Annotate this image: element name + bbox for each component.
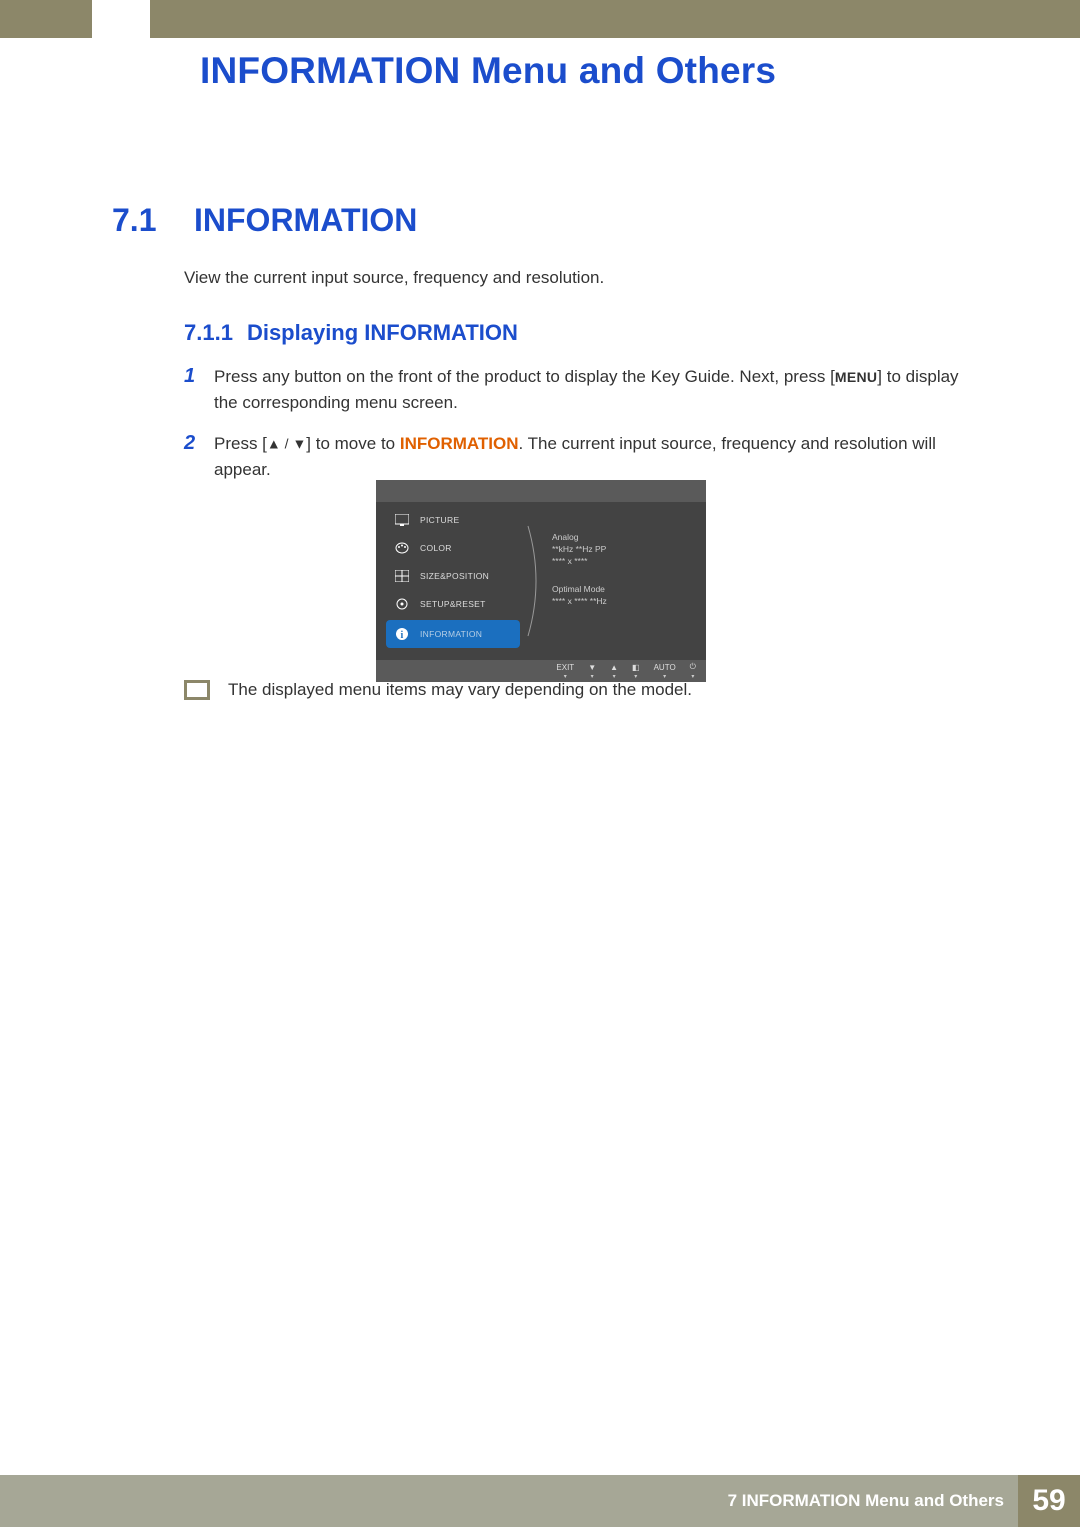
picture-icon (394, 512, 410, 528)
osd-power-button: ⏻▾ (690, 662, 696, 680)
palette-icon (394, 540, 410, 556)
osd-figure: PICTURE COLOR SIZE&POSITION SETUP&RESET (376, 480, 706, 682)
section-heading: 7.1 INFORMATION (112, 202, 417, 239)
top-bar (0, 0, 1080, 38)
text-fragment: Press [ (214, 434, 267, 453)
curve-icon (526, 521, 546, 641)
osd-menu-item-picture: PICTURE (376, 506, 526, 534)
osd-up-button: ▲▾ (610, 663, 618, 680)
resize-icon (394, 568, 410, 584)
osd-info-line: **kHz **Hz PP (552, 544, 696, 556)
osd-btn-label: ▼ (588, 663, 596, 672)
step-item: 2 Press [▲ / ▼] to move to INFORMATION. … (184, 431, 974, 484)
osd-menu-item-size: SIZE&POSITION (376, 562, 526, 590)
osd-button-bar: EXIT▾ ▼▾ ▲▾ ◧▾ AUTO▾ ⏻▾ (376, 660, 706, 682)
osd-menu-item-color: COLOR (376, 534, 526, 562)
footer-chapter: 7 INFORMATION Menu and Others (728, 1491, 1018, 1511)
osd-menu-label: INFORMATION (420, 629, 482, 639)
osd-menu-label: PICTURE (420, 515, 459, 525)
osd-menu-item-information: i INFORMATION (386, 620, 520, 648)
text-fragment: Press any button on the front of the pro… (214, 367, 835, 386)
osd-info-panel: Analog **kHz **Hz PP **** x **** Optimal… (546, 502, 706, 660)
section-title: INFORMATION (194, 202, 417, 239)
section-number: 7.1 (112, 202, 170, 239)
osd-menu-item-setup: SETUP&RESET (376, 590, 526, 618)
osd-info-line: Optimal Mode (552, 584, 696, 596)
osd-source-button: ◧▾ (632, 663, 640, 680)
osd-btn-label: ⏻ (690, 662, 696, 672)
osd-info-line: Analog (552, 532, 696, 544)
step-list: 1 Press any button on the front of the p… (184, 364, 974, 497)
subsection-heading: 7.1.1 Displaying INFORMATION (184, 320, 518, 346)
osd-btn-label: EXIT (556, 663, 574, 672)
chapter-title: INFORMATION Menu and Others (200, 50, 776, 92)
subsection-number: 7.1.1 (184, 320, 233, 346)
step-text: Press any button on the front of the pro… (214, 364, 974, 417)
step-text: Press [▲ / ▼] to move to INFORMATION. Th… (214, 431, 974, 484)
down-arrow-icon: ▾ (634, 673, 637, 680)
osd-btn-label: AUTO (654, 663, 676, 672)
osd-btn-label: ▲ (610, 663, 618, 672)
osd-menu-list: PICTURE COLOR SIZE&POSITION SETUP&RESET (376, 502, 526, 660)
note: The displayed menu items may vary depend… (184, 680, 692, 700)
up-arrow-icon: ▲ (267, 435, 281, 451)
section-intro: View the current input source, frequency… (184, 268, 604, 288)
osd-info-block: Analog **kHz **Hz PP **** x **** (552, 532, 696, 568)
svg-text:i: i (400, 630, 403, 641)
note-icon (184, 680, 210, 700)
menu-button-label: MENU (835, 369, 877, 385)
step-number: 2 (184, 431, 198, 455)
osd-info-line: **** x **** (552, 556, 696, 568)
down-arrow-icon: ▾ (663, 673, 666, 680)
left-margin (0, 38, 92, 1475)
note-text: The displayed menu items may vary depend… (228, 680, 692, 700)
footer-page-number: 59 (1018, 1475, 1080, 1527)
osd-auto-button: AUTO▾ (654, 663, 676, 680)
osd-menu-label: COLOR (420, 543, 452, 553)
osd-divider (526, 502, 546, 660)
down-arrow-icon: ▼ (292, 435, 306, 451)
down-arrow-icon: ▾ (564, 673, 567, 680)
gear-icon (394, 596, 410, 612)
down-arrow-icon: ▾ (691, 673, 694, 680)
slash: / (281, 435, 293, 451)
chapter-tab (92, 0, 150, 38)
osd-btn-label: ◧ (632, 663, 640, 672)
footer: 7 INFORMATION Menu and Others 59 (0, 1475, 1080, 1527)
osd-exit-button: EXIT▾ (556, 663, 574, 680)
osd-info-block: Optimal Mode **** x **** **Hz (552, 584, 696, 608)
down-arrow-icon: ▾ (591, 673, 594, 680)
text-fragment: ] to move to (306, 434, 400, 453)
step-item: 1 Press any button on the front of the p… (184, 364, 974, 417)
osd-body: PICTURE COLOR SIZE&POSITION SETUP&RESET (376, 502, 706, 660)
osd-down-button: ▼▾ (588, 663, 596, 680)
osd-info-line: **** x **** **Hz (552, 596, 696, 608)
osd-menu-label: SIZE&POSITION (420, 571, 489, 581)
osd-titlebar (376, 480, 706, 502)
highlight-text: INFORMATION (400, 434, 519, 453)
osd-menu-label: SETUP&RESET (420, 599, 486, 609)
info-icon: i (394, 626, 410, 642)
step-number: 1 (184, 364, 198, 388)
down-arrow-icon: ▾ (613, 673, 616, 680)
subsection-title: Displaying INFORMATION (247, 320, 518, 346)
